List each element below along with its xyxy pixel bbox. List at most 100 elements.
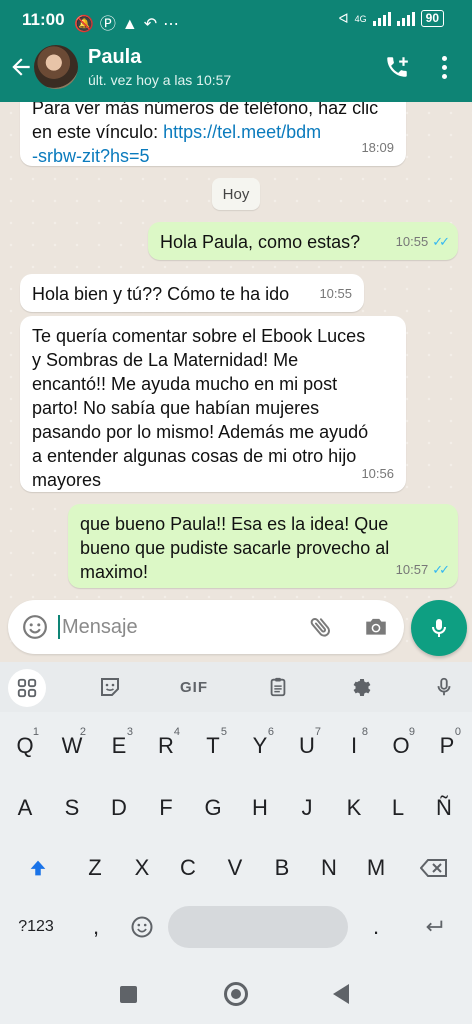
gif-button[interactable]: GIF xyxy=(176,672,212,702)
key-hint: 3 xyxy=(126,726,133,738)
period-key[interactable]: . xyxy=(354,905,398,949)
key-r[interactable]: R4 xyxy=(144,724,188,768)
message-text: que bueno Paula!! Esa es la idea! Que bu… xyxy=(80,514,390,582)
key-e[interactable]: E3 xyxy=(97,724,141,768)
comma-key[interactable]: , xyxy=(74,905,118,949)
key-d[interactable]: D xyxy=(97,786,141,830)
space-key[interactable] xyxy=(168,906,348,948)
key-t[interactable]: T5 xyxy=(191,724,235,768)
message-bubble-incoming[interactable]: Te quería comentar sobre el Ebook Luces … xyxy=(20,316,406,492)
key-hint: 1 xyxy=(32,726,39,738)
chat-area[interactable]: Para ver más números de teléfono, haz cl… xyxy=(0,102,472,658)
key-hint: 9 xyxy=(408,726,415,738)
key-o[interactable]: O9 xyxy=(379,724,423,768)
gif-label: GIF xyxy=(180,678,208,696)
sticker-icon[interactable] xyxy=(94,672,126,702)
key-b[interactable]: B xyxy=(260,846,304,890)
read-receipt-icon: ✓✓ xyxy=(432,562,450,577)
key-z[interactable]: Z xyxy=(73,846,117,890)
paperclip-icon[interactable] xyxy=(308,614,334,640)
bluetooth-icon: ᐊ xyxy=(338,10,349,26)
status-time: 11:00 xyxy=(22,10,65,29)
avatar[interactable] xyxy=(34,45,78,89)
key-j[interactable]: J xyxy=(285,786,329,830)
message-link[interactable]: https://tel.meet/bdm xyxy=(163,122,321,142)
key-v[interactable]: V xyxy=(213,846,257,890)
key-q[interactable]: Q1 xyxy=(3,724,47,768)
notification-icons: 🔕Ⓟ▲↶⋯ xyxy=(74,16,186,33)
key-s[interactable]: S xyxy=(50,786,94,830)
key-hint: 8 xyxy=(361,726,368,738)
day-separator: Hoy xyxy=(212,178,260,210)
message-bubble-outgoing[interactable]: que bueno Paula!! Esa es la idea! Que bu… xyxy=(68,504,458,588)
key-hint: 7 xyxy=(314,726,321,738)
key-k[interactable]: K xyxy=(332,786,376,830)
app-header: 11:00 🔕Ⓟ▲↶⋯ ᐊ 4G 90 Paula últ. vez hoy a… xyxy=(0,0,472,102)
message-input[interactable] xyxy=(62,612,292,642)
backspace-key[interactable] xyxy=(412,846,456,890)
backspace-icon xyxy=(420,859,447,877)
camera-icon[interactable] xyxy=(362,614,390,640)
message-text: Hola Paula, como estas? xyxy=(160,232,361,252)
key-label: O xyxy=(392,733,410,758)
message-text: Hola bien y tú?? Cómo te ha ido xyxy=(32,284,290,304)
shift-arrow-icon xyxy=(30,860,46,876)
key-y[interactable]: Y6 xyxy=(238,724,282,768)
home-icon[interactable] xyxy=(224,982,248,1006)
key-l[interactable]: L xyxy=(376,786,420,830)
arrow-left-icon[interactable] xyxy=(8,54,34,80)
message-box[interactable] xyxy=(8,600,404,654)
add-call-icon[interactable] xyxy=(384,54,410,80)
message-text: Te quería comentar sobre el Ebook Luces … xyxy=(32,326,369,490)
message-bubble-outgoing[interactable]: Hola Paula, como estas? 10:55 ✓✓ xyxy=(148,222,458,260)
key-hint: 5 xyxy=(220,726,227,738)
key-hint: 0 xyxy=(454,726,461,738)
shift-key[interactable] xyxy=(16,846,60,890)
message-link-continued[interactable]: -srbw-zit?hs=5 xyxy=(32,146,150,166)
signal-icon-2 xyxy=(396,11,415,26)
recents-icon[interactable] xyxy=(120,986,137,1003)
key-enye[interactable]: Ñ xyxy=(422,786,466,830)
key-u[interactable]: U7 xyxy=(285,724,329,768)
enter-icon xyxy=(426,920,443,932)
emoji-key[interactable] xyxy=(120,905,164,949)
key-hint: 2 xyxy=(79,726,86,738)
back-icon[interactable] xyxy=(333,984,349,1004)
battery-icon: 90 xyxy=(420,10,444,27)
key-a[interactable]: A xyxy=(3,786,47,830)
message-meta: 10:55 ✓✓ xyxy=(395,230,450,254)
message-time: 10:57 xyxy=(395,562,429,577)
key-p[interactable]: P0 xyxy=(425,724,469,768)
key-f[interactable]: F xyxy=(144,786,188,830)
status-bar: 11:00 🔕Ⓟ▲↶⋯ ᐊ 4G 90 xyxy=(0,0,472,40)
key-m[interactable]: M xyxy=(354,846,398,890)
message-bubble-incoming[interactable]: Hola bien y tú?? Cómo te ha ido 10:55 xyxy=(20,274,364,312)
key-hint: 4 xyxy=(173,726,180,738)
key-g[interactable]: G xyxy=(191,786,235,830)
more-vert-icon[interactable] xyxy=(434,52,454,82)
smiley-icon[interactable] xyxy=(22,614,48,640)
message-time: 10:55 xyxy=(395,234,429,249)
key-label: Q xyxy=(16,733,34,758)
message-bubble-incoming[interactable]: Para ver más números de teléfono, haz cl… xyxy=(20,102,406,166)
key-h[interactable]: H xyxy=(238,786,282,830)
message-time: 10:56 xyxy=(361,466,394,481)
clipboard-icon[interactable] xyxy=(262,672,294,702)
voice-input-icon[interactable] xyxy=(428,672,460,702)
key-label: U xyxy=(299,733,315,758)
key-c[interactable]: C xyxy=(166,846,210,890)
key-label: I xyxy=(350,733,358,758)
key-x[interactable]: X xyxy=(120,846,164,890)
enter-key[interactable] xyxy=(412,905,456,949)
key-i[interactable]: I8 xyxy=(332,724,376,768)
gear-icon[interactable] xyxy=(344,672,376,702)
microphone-icon[interactable] xyxy=(411,600,467,656)
contact-last-seen: últ. vez hoy a las 10:57 xyxy=(88,72,232,88)
status-right: ᐊ 4G 90 xyxy=(339,10,444,27)
contact-name[interactable]: Paula xyxy=(88,46,141,69)
symbols-key[interactable]: ?123 xyxy=(10,905,62,949)
key-label: P xyxy=(439,733,455,758)
key-w[interactable]: W2 xyxy=(50,724,94,768)
key-n[interactable]: N xyxy=(307,846,351,890)
apps-grid-icon[interactable] xyxy=(8,669,46,707)
